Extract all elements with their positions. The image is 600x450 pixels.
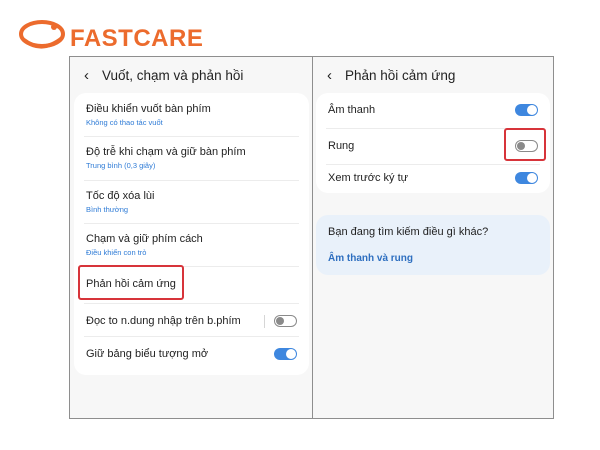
left-settings-card: Điều khiển vuốt bàn phím Không có thao t… — [74, 93, 309, 375]
toggle-label: Đọc to n.dung nhập trên b.phím — [86, 315, 241, 327]
left-header: ‹ Vuốt, chạm và phản hồi — [84, 65, 243, 85]
setting-sound-row[interactable]: Âm thanh — [328, 100, 538, 120]
setting-char-preview-row[interactable]: Xem trước ký tự — [328, 168, 538, 188]
right-settings-card: Âm thanh Rung Xem trước ký tự — [316, 93, 550, 193]
separator — [326, 164, 540, 165]
keep-symbol-panel-toggle[interactable] — [274, 348, 297, 360]
suggestions-card: Bạn đang tìm kiếm điều gì khác? Âm thanh… — [316, 215, 550, 275]
logo-wordmark: FASTCARE — [70, 25, 204, 52]
highlight-box — [78, 265, 184, 300]
setting-swipe-control[interactable]: Điều khiển vuốt bàn phím Không có thao t… — [86, 103, 299, 127]
setting-subtitle: Bình thường — [86, 205, 129, 214]
touch-feedback-pane: ‹ Phản hồi cảm ứng Âm thanh Rung Xem trư… — [313, 57, 553, 418]
left-page-title: Vuốt, chạm và phản hồi — [102, 67, 244, 83]
setting-spacebar-hold[interactable]: Chạm và giữ phím cách Điều khiển con trỏ — [86, 233, 299, 257]
setting-keep-symbol-panel-row[interactable]: Giữ bảng biểu tượng mở — [86, 344, 297, 364]
highlight-box — [504, 128, 546, 161]
sound-toggle[interactable] — [515, 104, 538, 116]
toggle-label: Rung — [328, 140, 355, 152]
logo-swoosh-icon — [19, 20, 65, 49]
setting-subtitle: Trung bình (0,3 giây) — [86, 161, 156, 170]
suggestions-question: Bạn đang tìm kiếm điều gì khác? — [328, 226, 489, 238]
setting-title: Chạm và giữ phím cách — [86, 233, 203, 245]
divider — [264, 314, 265, 328]
toggle-label: Xem trước ký tự — [328, 172, 409, 184]
setting-title: Độ trễ khi chạm và giữ bàn phím — [86, 146, 246, 158]
toggle-label: Giữ bảng biểu tượng mở — [86, 348, 209, 360]
right-page-title: Phản hồi cảm ứng — [345, 67, 456, 83]
setting-backspace-speed[interactable]: Tốc độ xóa lùi Bình thường — [86, 190, 299, 214]
setting-subtitle: Không có thao tác vuốt — [86, 118, 163, 127]
setting-title: Tốc độ xóa lùi — [86, 190, 155, 202]
separator — [84, 136, 299, 137]
toggle-label: Âm thanh — [328, 104, 376, 116]
back-icon[interactable]: ‹ — [327, 67, 345, 84]
right-header: ‹ Phản hồi cảm ứng — [327, 65, 455, 85]
read-aloud-toggle[interactable] — [274, 315, 297, 327]
setting-touch-hold-delay[interactable]: Độ trễ khi chạm và giữ bàn phím Trung bì… — [86, 146, 299, 170]
back-icon[interactable]: ‹ — [84, 67, 102, 84]
setting-title: Điều khiển vuốt bàn phím — [86, 103, 211, 115]
separator — [84, 223, 299, 224]
char-preview-toggle[interactable] — [515, 172, 538, 184]
setting-subtitle: Điều khiển con trỏ — [86, 248, 147, 257]
setting-read-aloud-row[interactable]: Đọc to n.dung nhập trên b.phím — [86, 311, 297, 331]
separator — [84, 336, 299, 337]
swipe-touch-feedback-pane: ‹ Vuốt, chạm và phản hồi Điều khiển vuốt… — [70, 57, 312, 418]
separator — [84, 180, 299, 181]
sound-vibration-link[interactable]: Âm thanh và rung — [328, 253, 413, 264]
settings-screens: ‹ Vuốt, chạm và phản hồi Điều khiển vuốt… — [69, 56, 554, 419]
separator — [84, 303, 299, 304]
